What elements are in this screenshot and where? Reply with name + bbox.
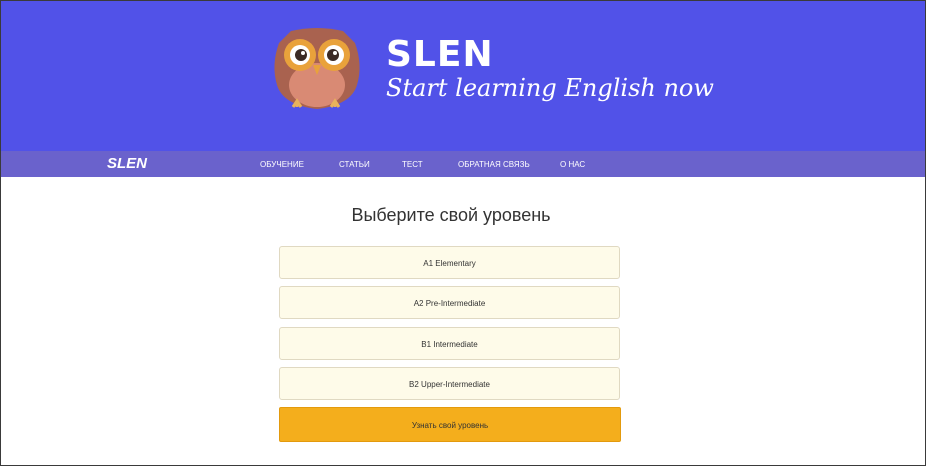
page-title: Выберите свой уровень — [351, 205, 551, 225]
find-level-button[interactable]: Узнать свой уровень — [279, 407, 621, 442]
nav-item-test[interactable]: ТЕСТ — [402, 159, 423, 171]
header-banner: SLEN Start learning English now — [1, 1, 925, 151]
level-button-b2[interactable]: B2 Upper-Intermediate — [279, 367, 620, 400]
owl-logo-icon — [274, 28, 360, 109]
site-brand: SLEN — [386, 34, 494, 75]
nav-item-feedback[interactable]: ОБРАТНАЯ СВЯЗЬ — [458, 159, 530, 171]
nav-item-articles[interactable]: СТАТЬИ — [339, 159, 370, 171]
level-button-a1[interactable]: A1 Elementary — [279, 246, 620, 279]
level-button-b1[interactable]: B1 Intermediate — [279, 327, 620, 360]
level-button-a2[interactable]: A2 Pre-Intermediate — [279, 286, 620, 319]
nav-item-learning[interactable]: ОБУЧЕНИЕ — [260, 159, 304, 171]
nav-item-about[interactable]: О НАС — [560, 159, 585, 171]
page-frame: SLEN Start learning English now SLEN ОБУ… — [0, 0, 926, 466]
nav-bar: SLEN ОБУЧЕНИЕ СТАТЬИ ТЕСТ ОБРАТНАЯ СВЯЗЬ… — [1, 151, 925, 177]
site-tagline: Start learning English now — [386, 74, 714, 102]
nav-logo[interactable]: SLEN — [107, 155, 147, 173]
